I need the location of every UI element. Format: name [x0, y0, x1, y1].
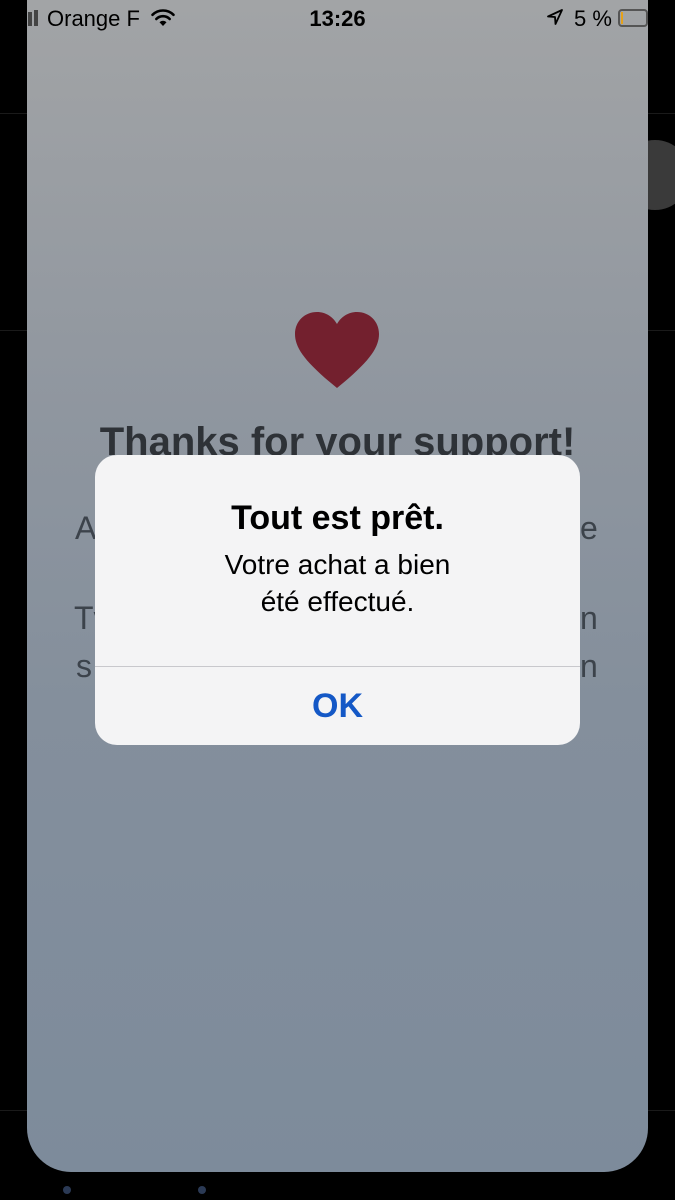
status-bar: Orange F 13:26 5 % [0, 0, 675, 40]
body-text-fragment: n [580, 648, 598, 684]
tab-indicator-dot [63, 1186, 71, 1194]
body-text-fragment: s [76, 648, 92, 684]
battery-icon [618, 9, 648, 27]
purchase-alert: Tout est prêt. Votre achat a bien été ef… [95, 455, 580, 745]
body-text-fragment: e [580, 510, 598, 546]
alert-title: Tout est prêt. [231, 499, 444, 537]
ok-button[interactable]: OK [95, 667, 580, 745]
battery-percentage: 5 % [574, 6, 612, 31]
alert-message-line: été effectué. [260, 586, 415, 617]
tab-indicator-dot [198, 1186, 206, 1194]
screen: Thanks for your support! A Tv s e n n To… [0, 0, 675, 1200]
location-icon [547, 9, 563, 25]
alert-message-line: Votre achat a bien [224, 549, 451, 580]
heart-icon [295, 312, 379, 388]
body-text-fragment: A [75, 510, 97, 546]
body-text-fragment: n [580, 600, 598, 636]
